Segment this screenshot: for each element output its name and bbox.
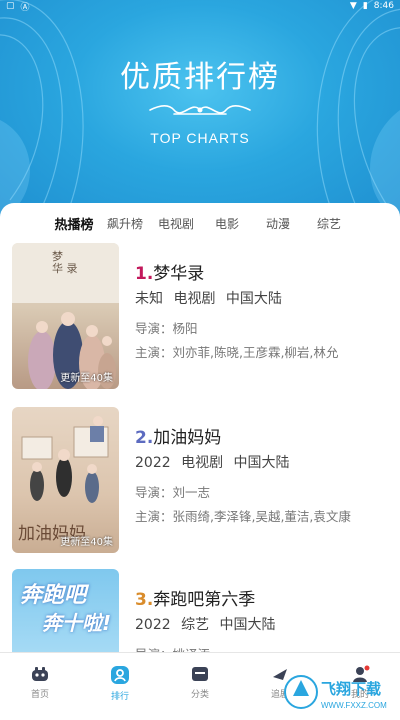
poster-title-art: 梦 华 录	[52, 250, 78, 275]
item-region: 中国大陆	[225, 291, 282, 307]
tab-movie[interactable]: 电影	[198, 215, 256, 232]
page-subtitle: TOP CHARTS	[150, 130, 250, 146]
item-meta: 2022 综艺 中国大陆	[135, 614, 282, 634]
list-item[interactable]: 奔跑吧 奔十啦! 3.奔跑吧第六季 2022 综艺 中国大陆 导演：姚译添	[0, 569, 400, 653]
item-title-line[interactable]: 2.加油妈妈	[135, 423, 221, 448]
tab-tv[interactable]: 电视剧	[154, 215, 198, 232]
poster-image[interactable]: 奔跑吧 奔十啦!	[12, 569, 119, 653]
page-title: 优质排行榜	[120, 60, 280, 95]
item-type: 电视剧	[181, 455, 224, 471]
list-item[interactable]: 梦 华 录 更新至40集 1.梦华录 未知 电视剧 中国大陆 导演：杨阳 主演：…	[0, 243, 400, 393]
item-meta: 2022 电视剧 中国大陆	[135, 452, 296, 472]
watermark-url: WWW.FXXZ.COM	[321, 701, 387, 710]
item-title: 奔跑吧第六季	[153, 590, 256, 610]
item-type: 电视剧	[173, 291, 216, 307]
wifi-icon: ▼	[349, 1, 357, 11]
tab-variety[interactable]: 综艺	[300, 215, 358, 232]
ranking-tabs: 热播榜 飙升榜 电视剧 电影 动漫 综艺	[0, 211, 400, 235]
nav-label: 分类	[190, 690, 209, 700]
item-title-line[interactable]: 1.梦华录	[135, 259, 204, 284]
category-icon	[192, 667, 208, 681]
nav-home[interactable]: 首页	[10, 665, 70, 700]
ornament-icon	[149, 105, 251, 115]
item-year: 未知	[135, 291, 163, 307]
tab-hot[interactable]: 热播榜	[52, 214, 96, 233]
item-meta: 未知 电视剧 中国大陆	[135, 288, 288, 308]
watermark-text: 飞翔下载	[321, 680, 381, 698]
nav-category[interactable]: 分类	[170, 665, 230, 700]
item-year: 2022	[135, 455, 171, 471]
notification-icon: Ⓐ	[20, 2, 30, 13]
ranking-panel: 热播榜 飙升榜 电视剧 电影 动漫 综艺 梦 华 录 更新至40集 1.梦华录 …	[0, 203, 400, 653]
poster-caption: 更新至40集	[60, 537, 113, 548]
item-cast: 主演：刘亦菲,陈晓,王彦霖,柳岩,林允	[135, 345, 339, 360]
nav-label: 排行	[110, 692, 129, 702]
watermark-logo: 飞翔下载 WWW.FXXZ.COM	[284, 675, 387, 710]
tab-rising[interactable]: 飙升榜	[96, 215, 154, 232]
poster-caption: 更新至40集	[60, 373, 113, 384]
watermark: 飞翔下载 WWW.FXXZ.COM	[283, 668, 395, 720]
rank-number: 3.	[135, 590, 154, 610]
list-item[interactable]: 加油妈妈 更新至40集 2.加油妈妈 2022 电视剧 中国大陆 导演：刘一志 …	[0, 407, 400, 557]
item-title: 梦华录	[153, 264, 205, 284]
home-icon	[32, 667, 48, 681]
poster-subtitle-art: 奔十啦!	[42, 611, 112, 635]
poster-image[interactable]: 加油妈妈 更新至40集	[12, 407, 119, 553]
item-title-line[interactable]: 3.奔跑吧第六季	[135, 585, 255, 610]
item-title: 加油妈妈	[153, 428, 222, 448]
item-year: 2022	[135, 617, 171, 633]
a-icon: ▢	[6, 1, 15, 11]
nav-ranking[interactable]: 排行	[90, 665, 150, 702]
hero-banner: ▢ Ⓐ ▼ ▮ 8:46 优质排行榜 TOP CHARTS	[0, 0, 400, 220]
status-bar: ▢ Ⓐ ▼ ▮ 8:46	[0, 0, 400, 13]
item-region: 中国大陆	[233, 455, 290, 471]
battery-icon: ▮	[362, 1, 368, 11]
poster-image[interactable]: 梦 华 录 更新至40集	[12, 243, 119, 389]
status-time: 8:46	[373, 1, 394, 11]
poster-title-art: 奔跑吧	[20, 583, 87, 608]
ranking-icon	[111, 666, 129, 684]
rank-number: 1.	[135, 264, 154, 284]
item-director: 导演：刘一志	[135, 485, 211, 500]
item-director: 导演：杨阳	[135, 321, 198, 336]
item-region: 中国大陆	[219, 617, 276, 633]
nav-label: 首页	[30, 690, 49, 700]
item-cast: 主演：张雨绮,李泽锋,吴越,董洁,袁文康	[135, 509, 351, 524]
rank-number: 2.	[135, 428, 154, 448]
tab-anime[interactable]: 动漫	[256, 215, 300, 232]
item-type: 综艺	[181, 617, 210, 633]
